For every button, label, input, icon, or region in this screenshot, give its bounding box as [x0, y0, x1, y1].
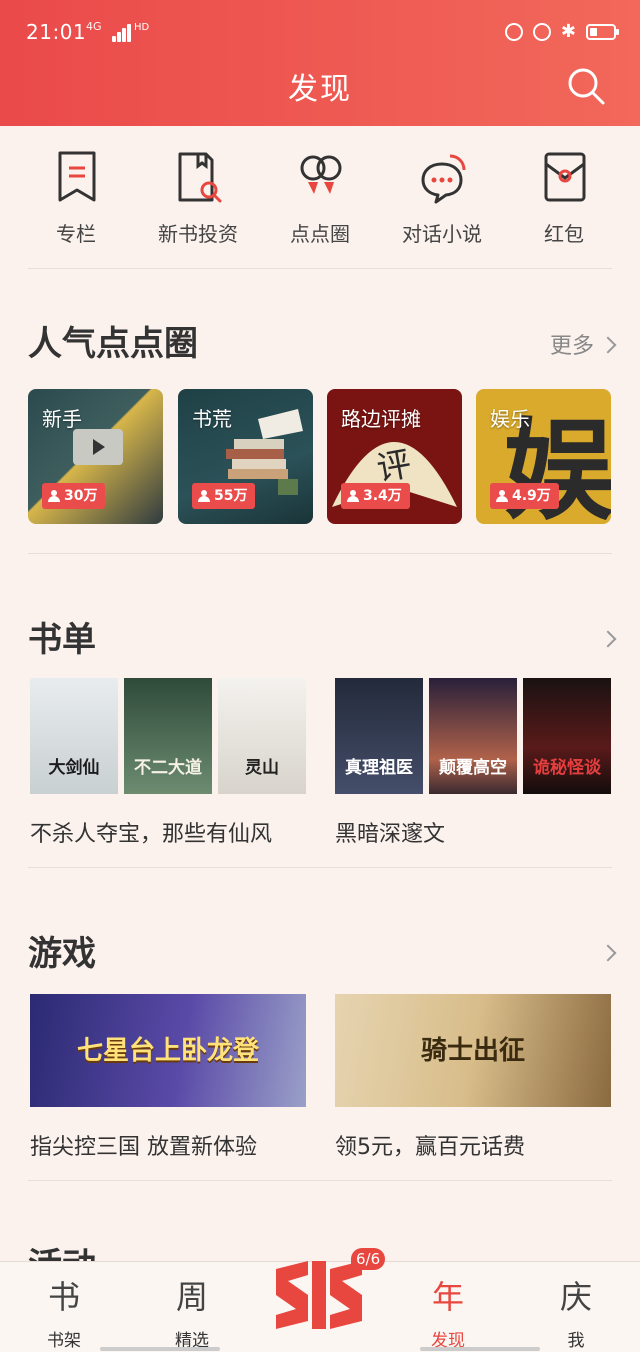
app-header: 21:01 4G HD ✱ 发现: [0, 0, 640, 126]
home-indicator: [100, 1347, 220, 1351]
book-cover: 不二大道: [124, 678, 212, 794]
bluetooth-icon: ✱: [560, 21, 576, 42]
section-title-popular-circles: 人气点点圈: [28, 324, 198, 364]
circle-name: 娱乐: [490, 407, 530, 431]
signal-icon: HD: [112, 22, 149, 42]
member-count: 55万: [214, 488, 248, 504]
divider: [28, 553, 612, 554]
quick-nav-red-envelope[interactable]: 红包: [502, 140, 626, 260]
booklist-title[interactable]: 黑暗深邃文: [335, 816, 445, 848]
quick-nav: 专栏 新书投资 点点圈 对话小说 红包: [0, 140, 640, 260]
discover-icon: 年: [431, 1278, 464, 1316]
booklist-card[interactable]: 大剑仙 不二大道 灵山: [30, 678, 306, 796]
member-count-badge: 4.9万: [490, 483, 559, 509]
circle-card[interactable]: 评 路边评摊 3.4万: [327, 389, 462, 524]
book-cover: 大剑仙: [30, 678, 118, 794]
tab-featured[interactable]: 周 精选: [142, 1262, 242, 1352]
divider: [28, 867, 612, 868]
circle-name: 新手: [42, 407, 82, 431]
member-count: 3.4万: [363, 488, 402, 504]
divider: [28, 1180, 612, 1181]
member-count-badge: 3.4万: [341, 483, 410, 509]
user-icon: [347, 490, 359, 502]
book-cover: 真理祖医: [335, 678, 423, 794]
quick-nav-label: 红包: [544, 222, 584, 246]
alarm-icon: [532, 23, 551, 41]
game-banner[interactable]: 七星台上卧龙登: [30, 994, 306, 1107]
page-title: 发现: [288, 72, 352, 107]
me-icon: 庆: [559, 1278, 592, 1316]
book-cover-title: 灵山: [245, 758, 279, 778]
status-bar: 21:01 4G HD ✱: [0, 0, 640, 60]
hd-indicator: HD: [134, 22, 150, 33]
bookmark-icon: [58, 151, 96, 202]
booklist-card[interactable]: 真理祖医 颠覆高空 诡秘怪谈: [335, 678, 611, 796]
tab-bookshelf[interactable]: 书 书架: [14, 1262, 114, 1352]
booklists-more-button[interactable]: [594, 628, 617, 653]
home-indicator: [420, 1347, 540, 1351]
circle-card[interactable]: 新手 30万: [28, 389, 163, 524]
quick-nav-label: 对话小说: [402, 222, 482, 246]
member-count: 30万: [64, 488, 98, 504]
more-link[interactable]: 更多: [549, 328, 617, 360]
video-play-icon: [73, 429, 123, 465]
circle-name: 书荒: [192, 407, 232, 431]
battery-icon: [586, 24, 619, 40]
book-cover-title: 颠覆高空: [439, 758, 507, 778]
chevron-right-icon: [599, 630, 617, 648]
member-count: 4.9万: [512, 488, 551, 504]
book-cover: 颠覆高空: [429, 678, 517, 794]
game-banner[interactable]: 骑士出征: [335, 994, 611, 1107]
quick-nav-label: 新书投资: [158, 222, 238, 246]
red-envelope-icon: [544, 152, 586, 202]
book-cover-title: 诡秘怪谈: [533, 758, 601, 778]
book-search-icon: [178, 152, 222, 203]
book-cover: 诡秘怪谈: [523, 678, 611, 794]
games-more-button[interactable]: [594, 942, 617, 967]
user-icon: [198, 490, 210, 502]
quick-nav-circles[interactable]: 点点圈: [258, 140, 382, 260]
book-cover-title: 不二大道: [134, 758, 202, 778]
circle-list: 新手 30万 书荒 55万 评 路边评摊 3.4万 娱 娱乐 4.9万: [28, 389, 612, 524]
circle-card[interactable]: 娱 娱乐 4.9万: [476, 389, 611, 524]
circle-name: 路边评摊: [341, 407, 421, 431]
quick-nav-chat-novel[interactable]: 对话小说: [380, 140, 504, 260]
user-icon: [496, 490, 508, 502]
progress-badge: 6/6: [351, 1248, 386, 1270]
chat-icon: [421, 154, 466, 204]
status-time: 21:01: [26, 20, 87, 44]
book-cover: 灵山: [218, 678, 306, 794]
game-banner-text: 骑士出征: [420, 1036, 525, 1066]
chevron-right-icon: [599, 944, 617, 962]
bookshelf-icon: 书: [47, 1278, 80, 1316]
tab-me[interactable]: 庆 我: [526, 1262, 626, 1352]
book-cover-title: 真理祖医: [345, 758, 413, 778]
quick-nav-book-invest[interactable]: 新书投资: [136, 140, 260, 260]
tab-label: 我: [567, 1331, 585, 1351]
game-title[interactable]: 指尖控三国 放置新体验: [30, 1129, 257, 1161]
search-icon[interactable]: [566, 66, 606, 106]
user-icon: [48, 490, 60, 502]
network-type: 4G: [86, 20, 102, 33]
divider: [28, 268, 612, 269]
game-banner-text: 七星台上卧龙登: [76, 1036, 259, 1066]
tab-discover[interactable]: 年 发现: [398, 1262, 498, 1352]
quick-nav-label: 点点圈: [290, 222, 350, 246]
quick-nav-label: 专栏: [56, 222, 96, 246]
chevron-right-icon: [599, 336, 617, 354]
lock-icon: [504, 23, 523, 41]
featured-icon: 周: [175, 1278, 208, 1316]
member-count-badge: 30万: [42, 483, 106, 509]
bubble-circle-icon: [300, 155, 342, 194]
booklist-title[interactable]: 不杀人夺宝，那些有仙风: [30, 816, 272, 848]
game-title[interactable]: 领5元，赢百元话费: [335, 1129, 525, 1161]
quick-nav-column[interactable]: 专栏: [14, 140, 138, 260]
circle-card[interactable]: 书荒 55万: [178, 389, 313, 524]
more-label: 更多: [549, 334, 594, 359]
member-count-badge: 55万: [192, 483, 256, 509]
tab-label: 书架: [47, 1331, 81, 1351]
section-title-games: 游戏: [28, 934, 96, 974]
section-title-booklists: 书单: [28, 620, 96, 660]
book-cover-title: 大剑仙: [48, 758, 100, 778]
